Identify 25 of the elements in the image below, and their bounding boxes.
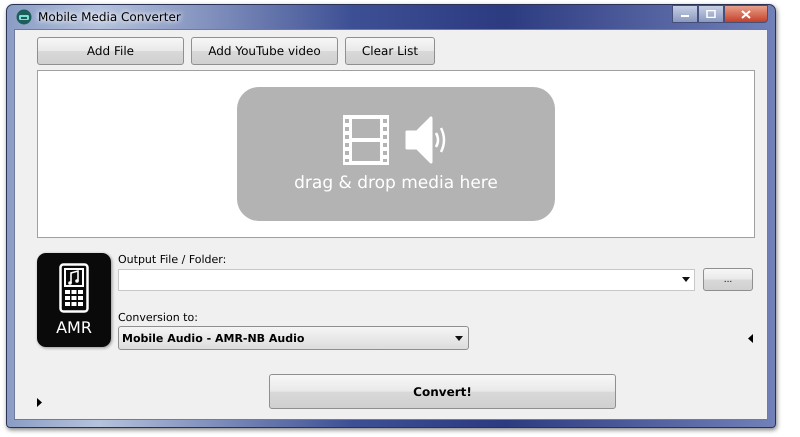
close-button[interactable] [724, 5, 768, 23]
drop-hint: drag & drop media here [294, 173, 498, 193]
collapse-arrow-icon[interactable] [748, 334, 753, 342]
caret-icon [455, 336, 463, 340]
film-icon [343, 115, 389, 165]
conversion-dropdown[interactable]: Mobile Audio - AMR-NB Audio [118, 326, 469, 350]
add-video-button[interactable]: Add YouTube video [191, 37, 338, 65]
format-label: AMR [56, 318, 92, 337]
app-icon [16, 9, 32, 25]
convert-button[interactable]: Convert! [269, 374, 616, 409]
phone-music-icon [59, 263, 89, 313]
output-label: Output File / Folder: [118, 253, 228, 266]
maximize-icon [706, 10, 716, 18]
add-file-button[interactable]: Add File [37, 37, 184, 65]
conversion-label: Conversion to: [118, 311, 199, 324]
maximize-button[interactable] [698, 5, 724, 23]
conversion-value: Mobile Audio - AMR-NB Audio [122, 332, 304, 344]
window-title: Mobile Media Converter [38, 10, 181, 24]
close-icon [741, 10, 751, 18]
browse-button[interactable]: ... [703, 268, 753, 291]
output-path-field[interactable] [118, 268, 695, 290]
minimize-button[interactable] [672, 5, 698, 23]
clear-list-button[interactable]: Clear List [345, 37, 435, 65]
expand-arrow-icon[interactable] [37, 398, 42, 407]
caret-icon [682, 277, 690, 282]
